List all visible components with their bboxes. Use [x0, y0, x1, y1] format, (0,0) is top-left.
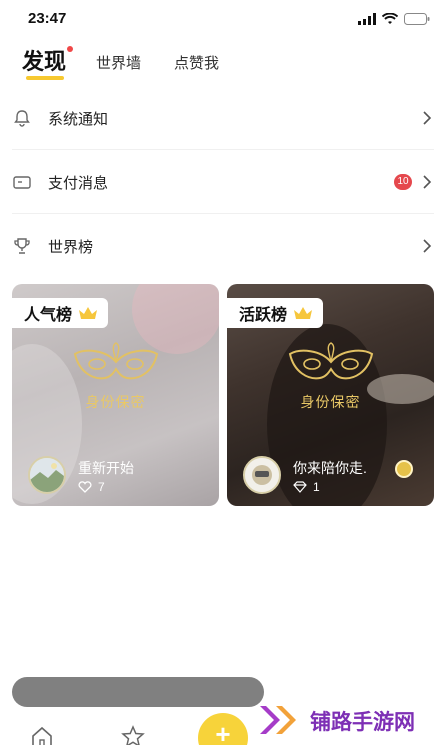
menu-row-system-notice[interactable]: 系统通知	[12, 86, 434, 150]
diamond-icon	[293, 481, 307, 493]
menu-row-world-rank[interactable]: 世界榜	[12, 214, 434, 278]
activity-rank-card[interactable]: 活跃榜 身份保密 你来陪你走. 1	[227, 284, 434, 506]
crown-icon	[79, 307, 98, 319]
status-bar: 23:47	[0, 0, 446, 40]
crown-icon	[294, 307, 313, 319]
masquerade-mask-icon	[73, 342, 158, 380]
menu-row-payment[interactable]: 支付消息 10	[12, 150, 434, 214]
chevron-right-icon	[423, 175, 432, 189]
identity-hidden-text: 身份保密	[85, 394, 146, 410]
vip-badge-icon	[395, 460, 413, 478]
plus-icon: +	[215, 719, 231, 745]
masquerade-mask-icon	[288, 342, 373, 380]
diamond-count-value: 1	[313, 480, 320, 494]
heart-icon	[78, 481, 92, 493]
active-tab-indicator	[26, 76, 64, 80]
card-title-tag: 活跃榜	[227, 298, 324, 328]
bell-icon	[14, 110, 30, 127]
top-tabs: 发现 世界墙 点赞我	[0, 40, 446, 86]
avatar-image	[30, 458, 64, 492]
battery-icon	[404, 13, 430, 25]
user-name: 重新开始	[78, 460, 134, 476]
menu-row-label: 世界榜	[48, 239, 94, 256]
like-count-value: 7	[98, 480, 105, 494]
tab-world-wall[interactable]: 世界墙	[96, 52, 141, 73]
tab-discover-label: 发现	[22, 49, 67, 74]
trophy-icon	[14, 238, 30, 254]
avatar[interactable]	[28, 456, 66, 494]
avatar[interactable]	[243, 456, 281, 494]
wifi-icon	[382, 13, 398, 24]
card-title: 活跃榜	[239, 307, 288, 324]
popularity-rank-card[interactable]: 人气榜 身份保密 重新开始 7	[12, 284, 219, 506]
watermark-text: 铺路手游网	[310, 711, 415, 734]
menu-row-label: 支付消息	[48, 175, 109, 192]
avatar-image	[245, 458, 279, 492]
chevron-right-icon	[423, 111, 432, 125]
status-icons	[358, 12, 430, 26]
home-icon[interactable]	[30, 725, 54, 745]
toast-bar	[12, 677, 264, 707]
card-title: 人气榜	[24, 307, 73, 324]
like-count: 7	[78, 480, 105, 494]
status-time: 23:47	[28, 10, 67, 27]
tab-likes-me[interactable]: 点赞我	[174, 52, 219, 73]
identity-hidden-text: 身份保密	[300, 394, 361, 410]
unread-badge: 10	[394, 174, 412, 190]
menu-row-label: 系统通知	[48, 111, 109, 128]
star-icon[interactable]	[121, 725, 145, 745]
notification-dot	[67, 46, 74, 52]
diamond-count: 1	[293, 480, 320, 494]
watermark: 铺路手游网	[258, 700, 446, 740]
user-name: 你来陪你走.	[293, 460, 367, 476]
card-title-tag: 人气榜	[12, 298, 109, 328]
signal-icon	[358, 13, 376, 25]
tab-discover[interactable]: 发现	[22, 44, 74, 80]
watermark-logo-icon	[260, 706, 296, 734]
wallet-icon	[13, 176, 31, 189]
chevron-right-icon	[423, 239, 432, 253]
